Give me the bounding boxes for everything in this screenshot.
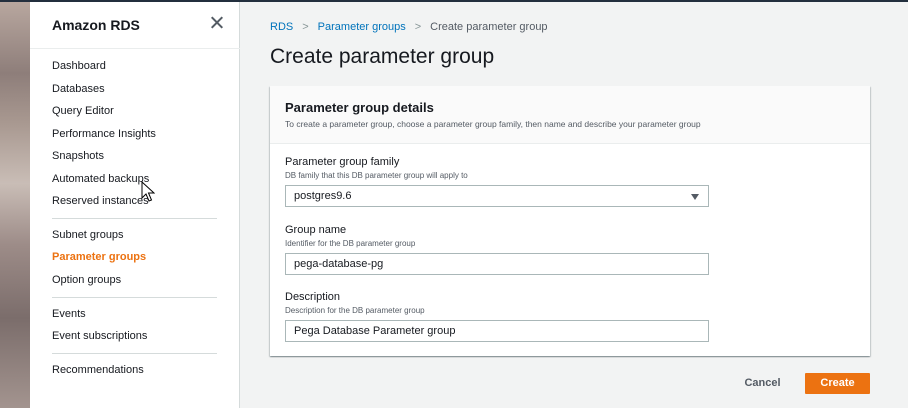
sidebar-item-recommendations[interactable]: Recommendations	[52, 364, 144, 376]
background-photo	[0, 0, 30, 408]
group-name-hint: Identifier for the DB parameter group	[285, 239, 416, 248]
breadcrumb-rds-link[interactable]: RDS	[270, 21, 293, 33]
sidebar-item-events[interactable]: Events	[52, 308, 86, 320]
family-label: Parameter group family	[285, 156, 400, 168]
family-selected-value: postgres9.6	[294, 190, 352, 202]
sidebar-title: Amazon RDS	[52, 17, 140, 33]
parameter-group-family-select[interactable]: postgres9.6	[285, 185, 709, 207]
family-hint: DB family that this DB parameter group w…	[285, 171, 468, 180]
mouse-cursor-icon	[141, 181, 155, 202]
panel-title: Parameter group details	[285, 100, 434, 115]
sidebar-item-reserved-instances[interactable]: Reserved instances	[52, 195, 149, 207]
panel-header: Parameter group details To create a para…	[270, 86, 870, 144]
breadcrumb-parameter-groups-link[interactable]: Parameter groups	[318, 21, 406, 33]
cancel-button[interactable]: Cancel	[735, 373, 790, 394]
sidebar-item-automated-backups[interactable]: Automated backups	[52, 173, 149, 185]
group-name-value: pega-database-pg	[294, 258, 384, 270]
parameter-group-details-panel: Parameter group details To create a para…	[270, 86, 870, 356]
sidebar-divider	[52, 218, 217, 219]
page-title: Create parameter group	[270, 45, 495, 68]
caret-down-icon	[691, 194, 699, 200]
sidebar-item-databases[interactable]: Databases	[52, 83, 105, 95]
chevron-right-icon: >	[302, 21, 309, 33]
description-value: Pega Database Parameter group	[294, 325, 456, 337]
sidebar-item-event-subscriptions[interactable]: Event subscriptions	[52, 330, 147, 342]
sidebar-divider	[52, 353, 217, 354]
panel-description: To create a parameter group, choose a pa…	[285, 119, 701, 129]
group-name-input[interactable]: pega-database-pg	[285, 253, 709, 275]
sidebar-item-performance-insights[interactable]: Performance Insights	[52, 128, 156, 140]
sidebar-item-subnet-groups[interactable]: Subnet groups	[52, 229, 124, 241]
breadcrumb: RDS > Parameter groups > Create parameter gr…	[270, 21, 548, 33]
sidebar-item-parameter-groups[interactable]: Parameter groups	[52, 251, 146, 263]
breadcrumb-current: Create parameter group	[430, 21, 548, 33]
description-hint: Description for the DB parameter group	[285, 306, 425, 315]
create-button[interactable]: Create	[805, 373, 870, 394]
sidebar: Amazon RDS Dashboard Databases Query Edi…	[30, 2, 240, 408]
sidebar-divider	[52, 297, 217, 298]
description-input[interactable]: Pega Database Parameter group	[285, 320, 709, 342]
sidebar-item-option-groups[interactable]: Option groups	[52, 274, 121, 286]
sidebar-item-dashboard[interactable]: Dashboard	[52, 60, 106, 72]
description-label: Description	[285, 291, 341, 303]
sidebar-item-query-editor[interactable]: Query Editor	[52, 105, 114, 117]
sidebar-item-snapshots[interactable]: Snapshots	[52, 150, 104, 162]
group-name-label: Group name	[285, 224, 347, 236]
sidebar-header: Amazon RDS	[30, 2, 240, 49]
close-icon[interactable]	[208, 14, 226, 32]
chevron-right-icon: >	[414, 21, 422, 33]
